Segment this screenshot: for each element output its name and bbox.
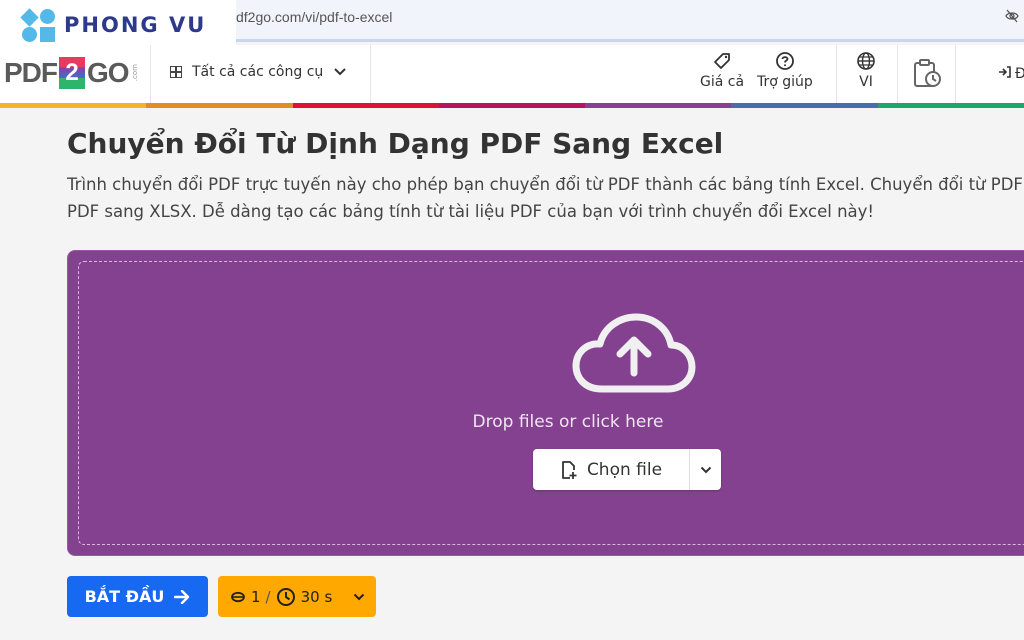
logo-text-right: GO [87, 57, 130, 88]
choose-file-control: Chọn file [533, 449, 721, 490]
file-dropzone[interactable]: Drop files or click here Chọn file [67, 250, 1024, 556]
page-description: Trình chuyển đổi PDF trực tuyến này cho … [67, 171, 1023, 225]
globe-icon [857, 52, 875, 70]
credits-options-button[interactable]: 1 / 30 s [218, 576, 376, 617]
phongvu-watermark: PHONG VU [0, 0, 236, 50]
stripe-segment [585, 103, 732, 108]
stripe-segment [438, 103, 586, 108]
nav-language[interactable]: VI [856, 51, 876, 90]
logo-number: 2 [59, 57, 85, 89]
stripe-segment [0, 103, 147, 108]
nav-history[interactable] [911, 57, 943, 92]
eye-off-icon[interactable] [1004, 8, 1020, 24]
time-value: 30 s [300, 587, 333, 606]
header-divider [955, 45, 956, 103]
stripe-segment [146, 103, 293, 108]
clipboard-clock-icon [914, 59, 941, 87]
choose-source-dropdown[interactable] [690, 449, 721, 490]
logo-suffix: .com [130, 64, 139, 82]
nav-pricing-label: Giá cả [700, 74, 745, 90]
page-title: Chuyển Đổi Từ Dịnh Dạng PDF Sang Excel [67, 127, 724, 160]
nav-help-label: Trợ giúp [757, 74, 813, 90]
stripe-segment [731, 103, 878, 108]
file-add-icon [562, 460, 577, 479]
dropzone-border [78, 261, 1024, 545]
arrow-right-icon [174, 589, 190, 604]
stripe-segment [292, 103, 439, 108]
drop-prompt: Drop files or click here [472, 412, 664, 432]
description-line-1: Trình chuyển đổi PDF trực tuyến này cho … [67, 175, 1023, 194]
description-line-2: PDF sang XLSX. Dễ dàng tạo các bảng tính… [67, 202, 875, 221]
nav-pricing[interactable]: Giá cả [700, 51, 744, 90]
credits-value: 1 [251, 587, 261, 606]
header-divider [897, 45, 898, 103]
tag-icon [714, 53, 730, 69]
phongvu-logo-icon [20, 6, 58, 44]
header-divider [836, 45, 837, 103]
all-tools-label: Tất cả các công cụ [192, 64, 324, 80]
nav-login-label: Đ [1015, 65, 1024, 82]
start-button[interactable]: BẮT ĐẦU [67, 576, 208, 617]
chevron-down-icon [700, 466, 711, 473]
url-field[interactable]: df2go.com/vi/pdf-to-excel [236, 9, 392, 25]
nav-login[interactable]: Đ [998, 65, 1024, 82]
chevron-down-icon [354, 593, 365, 600]
nav-language-label: VI [859, 74, 873, 90]
all-tools-dropdown[interactable]: Tất cả các công cụ [170, 64, 347, 80]
choose-file-button[interactable]: Chọn file [533, 449, 690, 490]
chevron-down-icon [334, 68, 346, 76]
header-divider [370, 45, 371, 103]
coin-icon [231, 591, 245, 602]
pdf2go-logo[interactable]: PDF 2 GO .com [4, 57, 139, 89]
clock-icon [276, 587, 295, 606]
start-label: BẮT ĐẦU [84, 587, 165, 606]
credits-separator: / [265, 587, 271, 606]
choose-file-label: Chọn file [586, 459, 663, 480]
stripe-segment [877, 103, 1024, 108]
logo-text-left: PDF [4, 57, 58, 88]
login-icon [999, 66, 1011, 78]
color-stripe [0, 103, 1024, 108]
grid-icon [170, 66, 182, 78]
phongvu-brand: PHONG VU [64, 13, 207, 37]
nav-help[interactable]: Trợ giúp [757, 51, 813, 90]
cloud-upload-icon [572, 313, 696, 393]
help-circle-icon [776, 52, 794, 70]
site-header: PDF 2 GO .com Tất cả các công cụ Giá cả … [0, 45, 1024, 103]
header-divider [150, 45, 151, 103]
